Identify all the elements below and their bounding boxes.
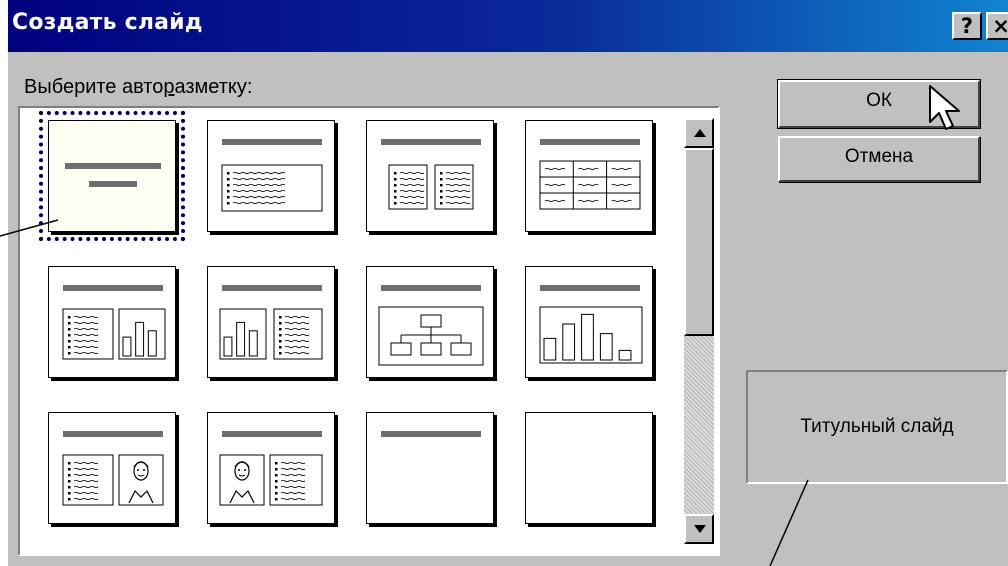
bulleted-list-icon bbox=[221, 139, 323, 212]
mouse-pointer-icon bbox=[929, 85, 960, 130]
layout-tile-chart-and-text[interactable] bbox=[207, 266, 335, 378]
table-icon bbox=[539, 139, 641, 210]
layout-name-text: Титульный слайд bbox=[800, 416, 954, 437]
layout-tile-text-and-clip-art[interactable] bbox=[48, 412, 176, 524]
text-and-clip-art-icon bbox=[62, 431, 164, 506]
two-column-text-icon bbox=[381, 139, 481, 210]
label-text-end: азметку: bbox=[174, 76, 253, 98]
scroll-thumb[interactable] bbox=[684, 148, 714, 336]
dialog-title: Создать слайд bbox=[12, 10, 203, 35]
chart-and-text-icon bbox=[219, 285, 323, 360]
scroll-down-button[interactable] bbox=[684, 514, 714, 544]
layout-tile-clip-art-and-text[interactable] bbox=[207, 412, 335, 524]
help-button[interactable]: ? bbox=[952, 12, 982, 40]
layout-tile-blank[interactable] bbox=[525, 412, 653, 524]
gallery-scrollbar[interactable] bbox=[684, 118, 714, 544]
arrow-up-icon bbox=[694, 129, 706, 137]
title-bar[interactable]: Создать слайд ? × bbox=[8, 0, 1008, 52]
layout-tile-text-and-chart[interactable] bbox=[48, 266, 176, 378]
arrow-down-icon bbox=[694, 525, 706, 533]
layout-tile-bulleted-list[interactable] bbox=[207, 120, 335, 232]
clip-art-and-text-icon bbox=[219, 431, 323, 506]
new-slide-dialog: Создать слайд ? × Выберите авторазметку:… bbox=[8, 0, 1008, 566]
layout-tile-title-slide[interactable] bbox=[39, 111, 185, 241]
layout-gallery[interactable] bbox=[18, 106, 720, 556]
layout-tile-two-column-text[interactable] bbox=[366, 120, 494, 232]
text-and-chart-icon bbox=[62, 285, 166, 360]
label-text-start: Выберите авто bbox=[24, 76, 164, 98]
scroll-up-button[interactable] bbox=[684, 118, 714, 148]
title-only-icon bbox=[381, 431, 481, 437]
layout-picker-label: Выберите авторазметку: bbox=[24, 76, 252, 99]
layout-tile-title-only[interactable] bbox=[366, 412, 494, 524]
layout-tile-table[interactable] bbox=[525, 120, 653, 232]
chart-icon bbox=[539, 285, 643, 364]
label-mnemonic: р bbox=[163, 76, 175, 98]
close-button[interactable]: × bbox=[986, 12, 1008, 40]
layout-tile-organization-chart[interactable] bbox=[366, 266, 494, 378]
layout-name-preview: Титульный слайд bbox=[746, 370, 1008, 484]
blank-icon bbox=[526, 413, 654, 525]
layout-tile-chart[interactable] bbox=[525, 266, 653, 378]
organization-chart-icon bbox=[378, 285, 484, 366]
title-slide-icon bbox=[65, 163, 161, 187]
cancel-button[interactable]: Отмена bbox=[778, 136, 980, 182]
